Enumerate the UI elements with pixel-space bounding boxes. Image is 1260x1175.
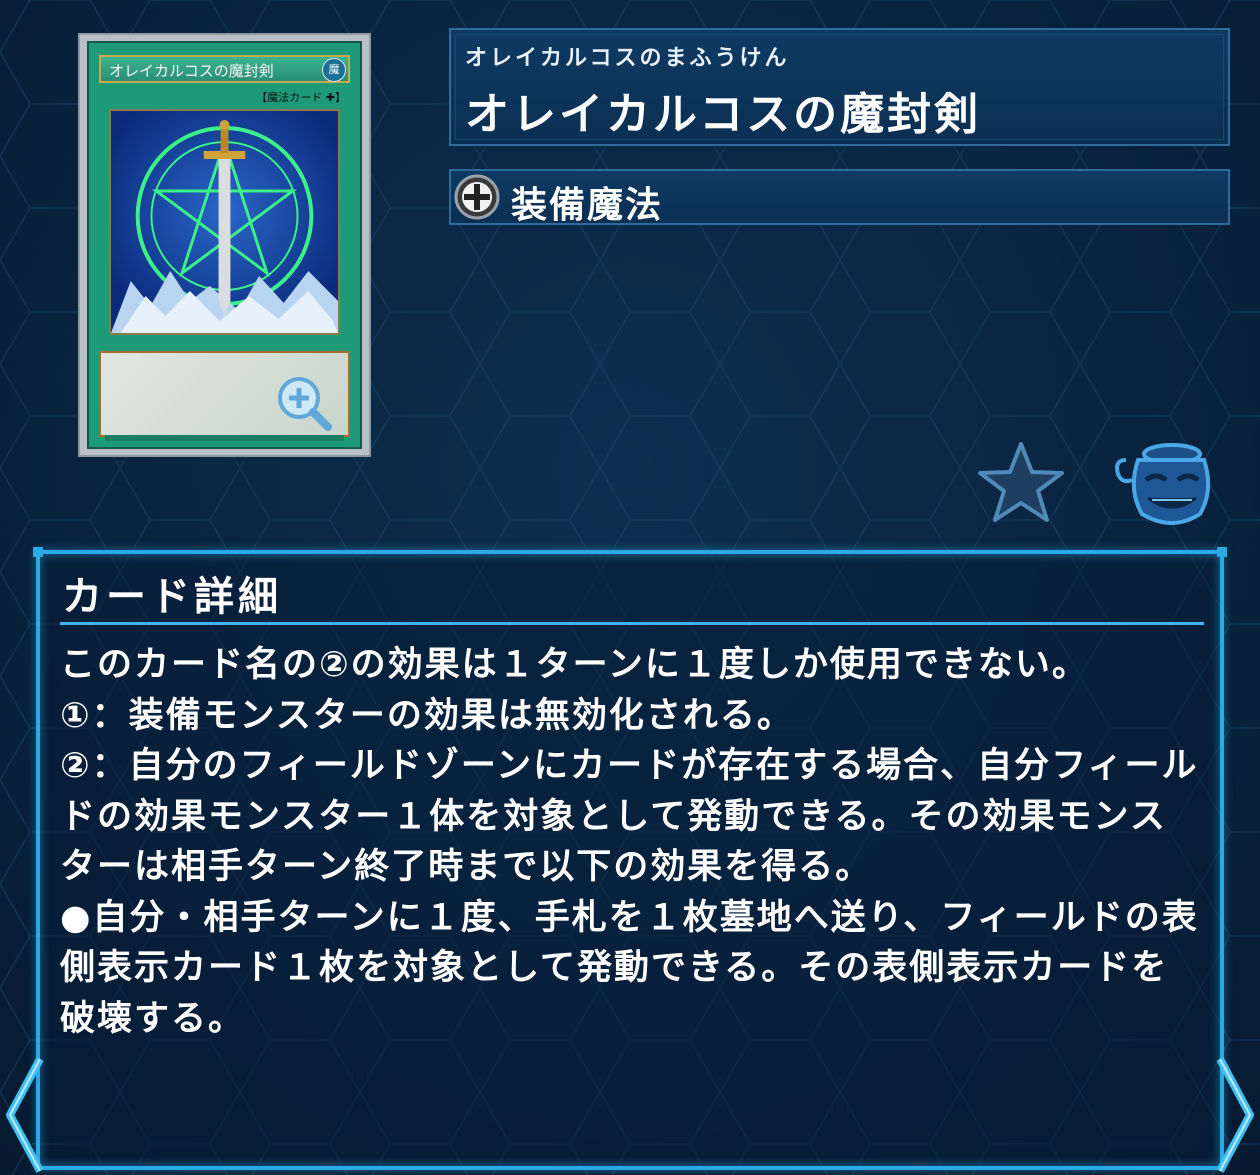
pot-of-greed-icon[interactable] (1112, 440, 1212, 526)
card-detail-panel: カード詳細 このカード名の②の効果は１ターンに１度しか使用できない。 ①：装備モ… (33, 547, 1227, 1170)
card-name-panel: オレイカルコスのまふうけん オレイカルコスの魔封剣 (449, 28, 1230, 146)
card-type-panel: 装備魔法 (449, 169, 1230, 226)
panel-corner (1217, 547, 1227, 557)
card-attribute-icon: 魔 (322, 58, 346, 82)
card-face-type-line: 【魔法カード ✚】 (256, 91, 346, 104)
card-name: オレイカルコスの魔封剣 (465, 89, 982, 140)
card-text-box (99, 351, 350, 437)
zoom-in-icon[interactable] (274, 373, 334, 433)
detail-heading: カード詳細 (62, 574, 282, 620)
card-footer (105, 435, 344, 441)
heading-divider (60, 622, 1204, 625)
card-effect-text: このカード名の②の効果は１ターンに１度しか使用できない。 ①：装備モンスターの効… (60, 645, 1199, 1039)
card-illustration (109, 109, 340, 335)
chevron-right-icon[interactable] (1212, 1055, 1260, 1175)
star-icon[interactable] (978, 440, 1064, 524)
card-artwork[interactable]: オレイカルコスの魔封剣 魔 【魔法カード ✚】 (78, 33, 371, 457)
spell-type-label: 装備魔法 (511, 185, 664, 226)
card-name-furigana: オレイカルコスのまふうけん (465, 46, 790, 71)
equip-spell-icon (454, 174, 500, 220)
card-frame: オレイカルコスの魔封剣 魔 【魔法カード ✚】 (87, 41, 362, 449)
card-face-name: オレイカルコスの魔封剣 (99, 55, 350, 83)
panel-corner (33, 547, 43, 557)
chevron-left-icon[interactable] (0, 1055, 48, 1175)
